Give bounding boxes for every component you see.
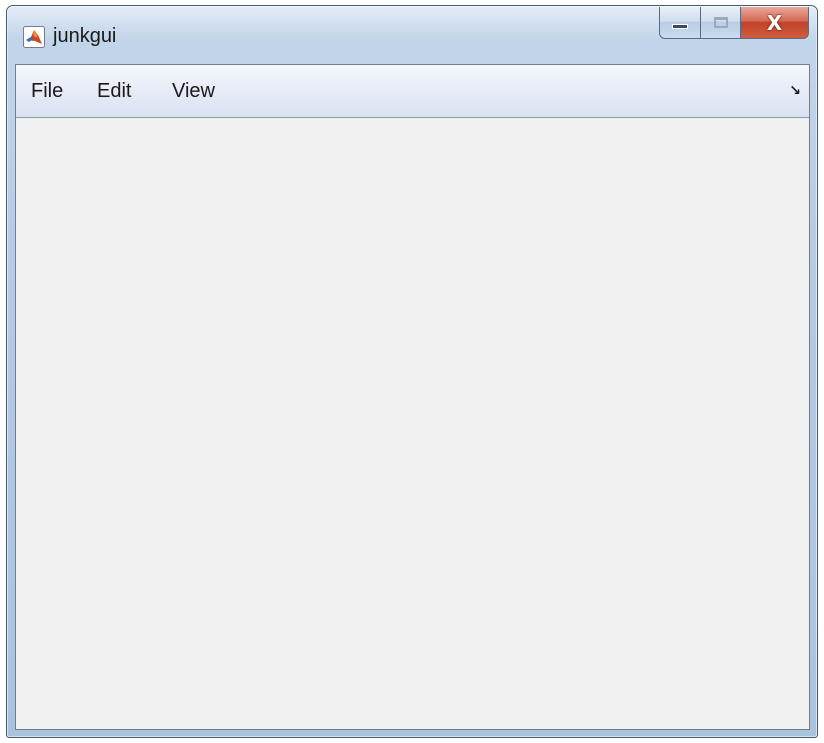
dock-arrow-icon[interactable]: ↘: [789, 83, 801, 99]
maximize-button[interactable]: [701, 7, 741, 39]
window-title: junkgui: [53, 25, 117, 47]
menu-edit[interactable]: Edit: [93, 79, 135, 103]
figure-canvas[interactable]: [16, 118, 809, 729]
figure-client-area: File Edit View ↘: [15, 64, 810, 730]
minimize-icon: [672, 24, 688, 29]
menu-view[interactable]: View: [168, 79, 219, 103]
menu-bar: File Edit View ↘: [16, 65, 809, 118]
minimize-button[interactable]: [659, 7, 701, 39]
app-window: junkgui X File Edit View ↘: [6, 5, 818, 738]
close-button[interactable]: X: [741, 7, 809, 39]
caption-buttons: X: [659, 7, 809, 41]
matlab-logo-icon: [23, 26, 45, 48]
close-icon: X: [766, 10, 783, 35]
maximize-icon: [713, 17, 728, 28]
menu-file[interactable]: File: [27, 79, 67, 103]
title-bar[interactable]: junkgui X: [7, 6, 817, 64]
